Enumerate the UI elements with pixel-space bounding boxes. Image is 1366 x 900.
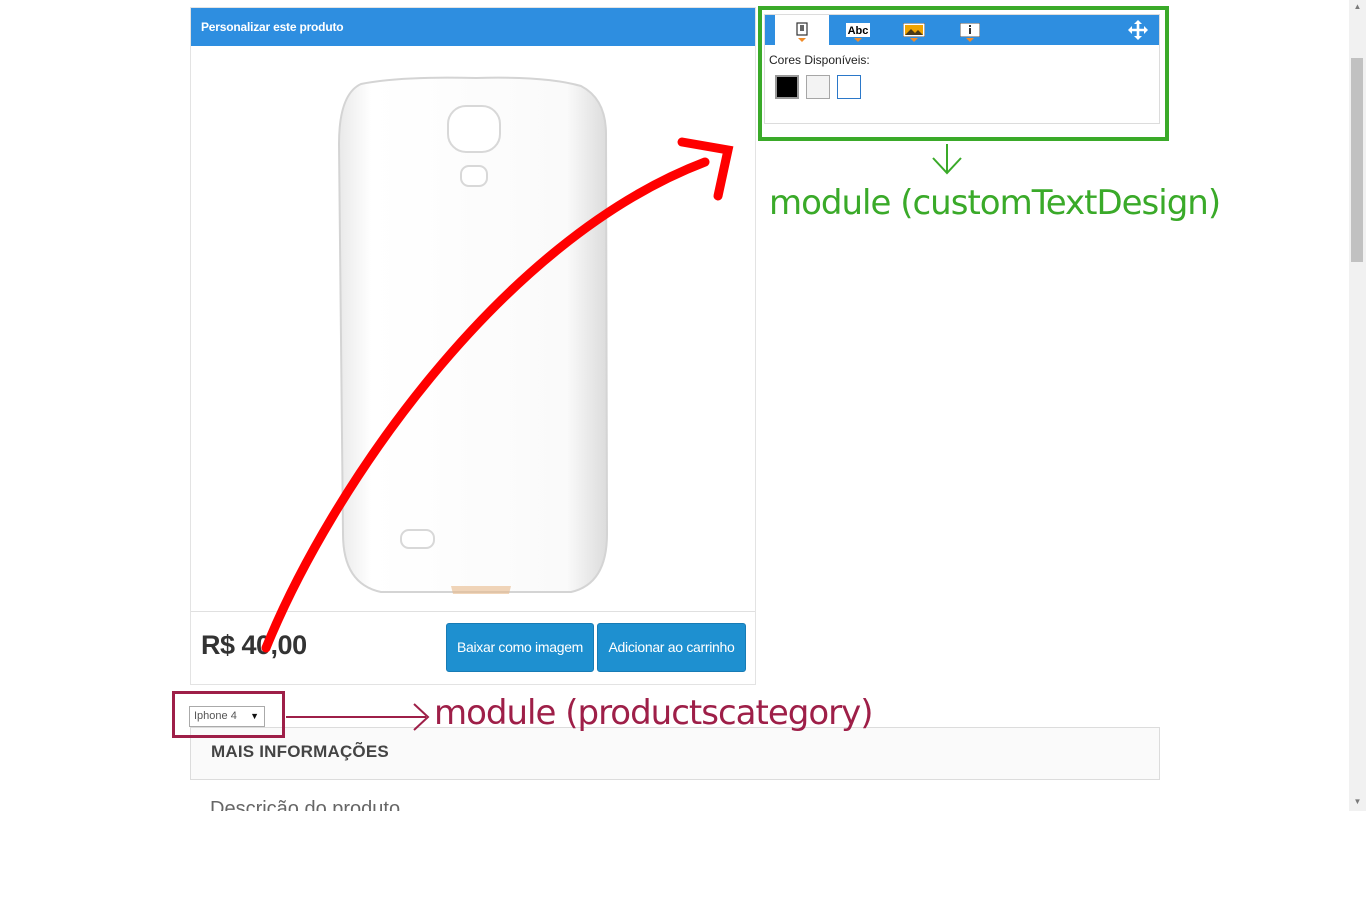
page-viewport: Personalizar este produto R$ 40,00 Baixa… xyxy=(0,0,1366,811)
phone-case-image xyxy=(337,76,609,594)
down-arrow-icon xyxy=(932,144,962,175)
add-to-cart-button[interactable]: Adicionar ao carrinho xyxy=(597,623,746,672)
scrollbar-thumb[interactable] xyxy=(1351,58,1363,262)
vertical-scrollbar[interactable]: ▲ ▼ xyxy=(1349,0,1366,811)
product-description-heading: Descrição do produto xyxy=(210,798,401,811)
scroll-down-arrow-icon[interactable]: ▼ xyxy=(1349,795,1366,809)
more-info-title: MAIS INFORMAÇÕES xyxy=(211,742,389,761)
more-info-section: MAIS INFORMAÇÕES xyxy=(190,727,1160,780)
product-customizer-panel: Personalizar este produto R$ 40,00 Baixa… xyxy=(190,7,756,685)
annotation-box-products-category xyxy=(172,691,285,738)
product-price: R$ 40,00 xyxy=(201,630,307,660)
annotation-label-products-category: module (productscategory) xyxy=(434,693,873,733)
annotation-label-custom-text-design: module (customTextDesign) xyxy=(769,183,1221,223)
panel-header-title: Personalizar este produto xyxy=(191,8,755,46)
right-arrow-icon xyxy=(286,703,430,731)
annotation-box-custom-text-design xyxy=(758,6,1169,141)
scroll-up-arrow-icon[interactable]: ▲ xyxy=(1349,0,1366,14)
download-image-button[interactable]: Baixar como imagem xyxy=(446,623,594,672)
panel-divider xyxy=(191,611,755,612)
